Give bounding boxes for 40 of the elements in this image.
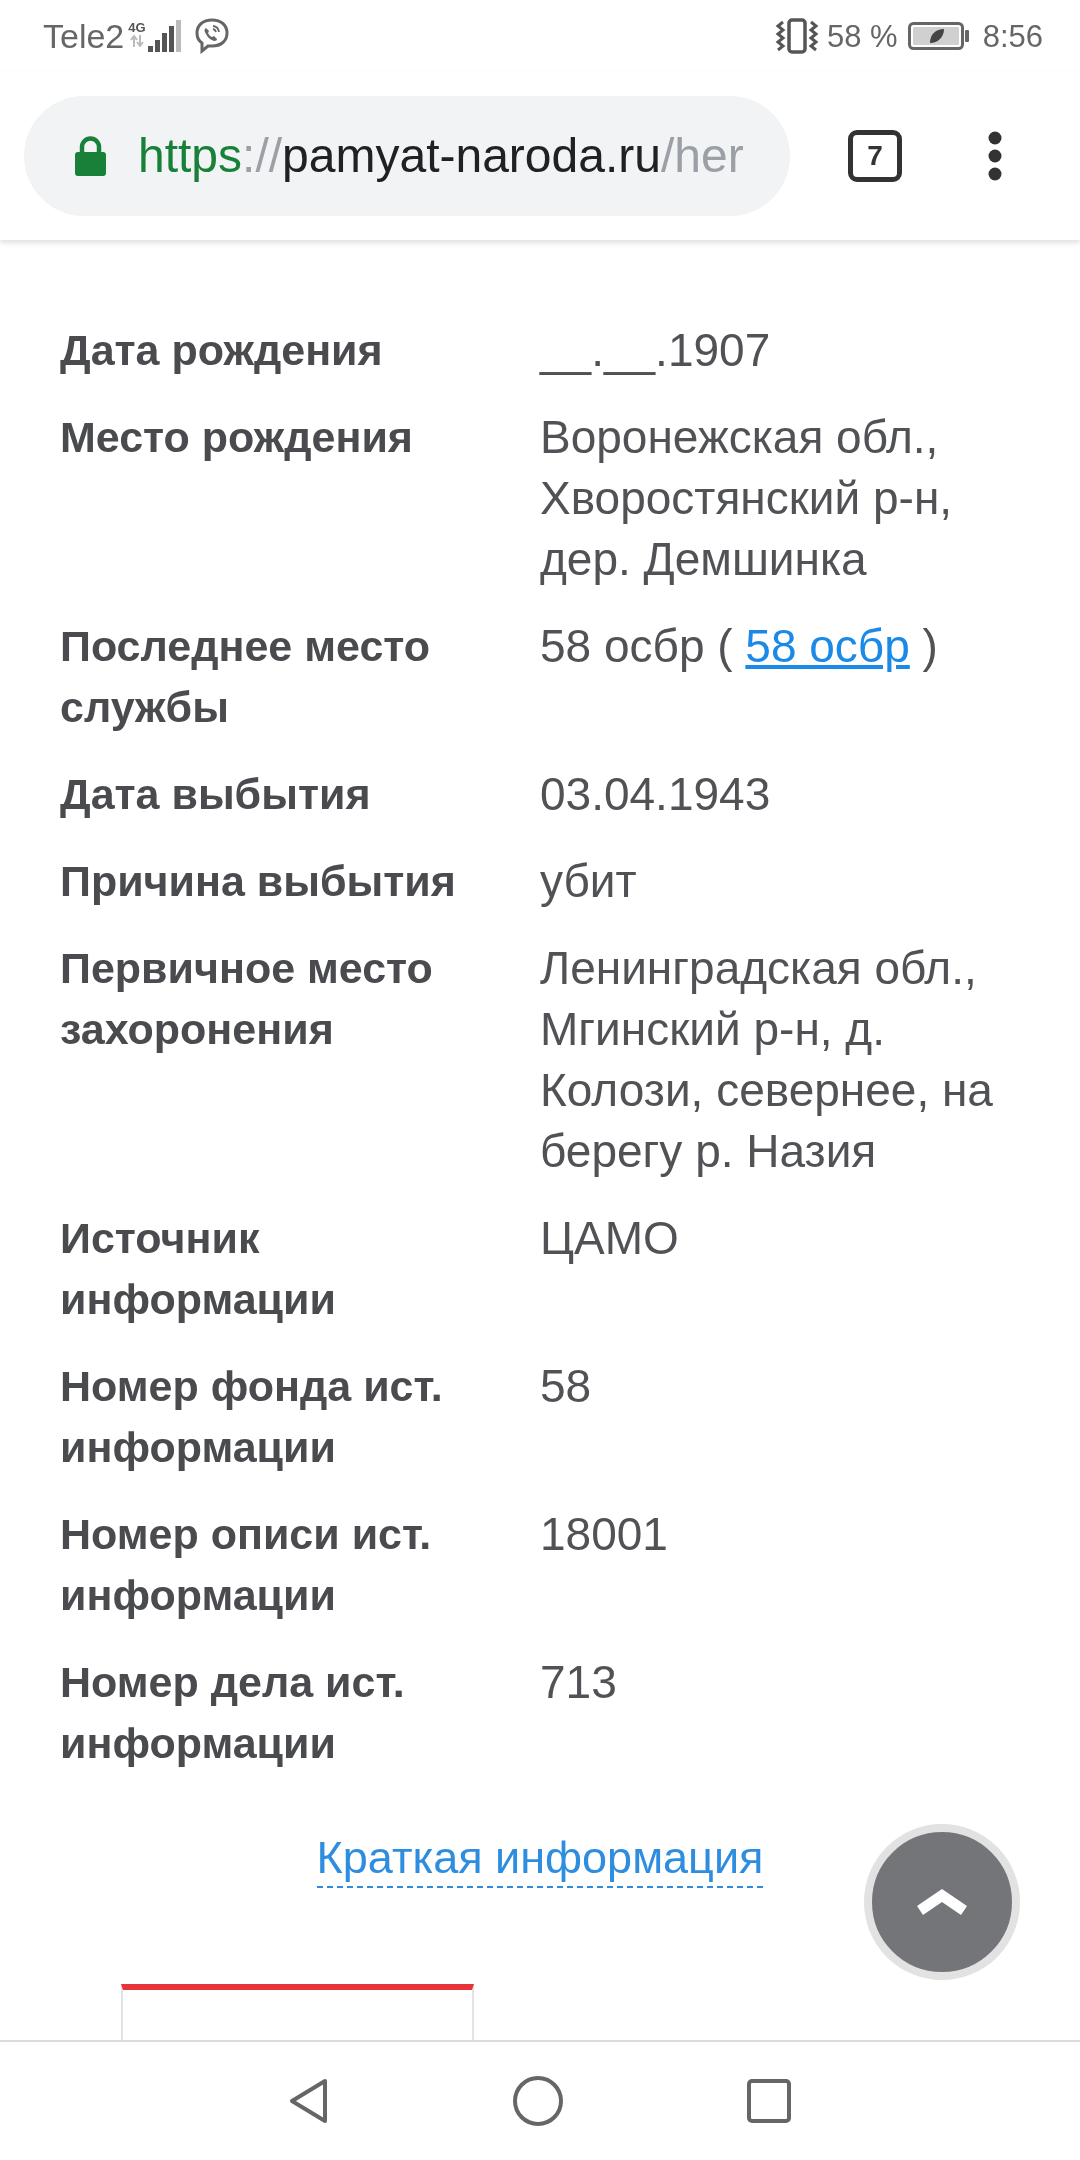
phone-bubble-icon: [193, 18, 230, 54]
detail-label: Дата рождения: [60, 325, 384, 376]
unit-link[interactable]: 58 осбр: [745, 620, 910, 672]
detail-label: Место рождения: [60, 412, 414, 463]
back-icon[interactable]: [288, 2078, 329, 2124]
recents-icon[interactable]: [747, 2079, 791, 2123]
detail-label: Последнее место службы: [60, 621, 432, 733]
vibrate-icon: [775, 18, 819, 54]
detail-value: 18001: [540, 1507, 669, 1562]
home-icon[interactable]: [513, 2076, 563, 2126]
detail-value: убит: [540, 854, 638, 909]
clock-time: 8:56: [982, 20, 1043, 52]
battery-icon: [907, 22, 970, 50]
detail-value: __.__.1907: [540, 323, 772, 378]
tab-count-button[interactable]: 7: [848, 130, 902, 182]
address-bar[interactable]: https://pamyat-naroda.ru/her: [24, 96, 790, 216]
detail-value: Воронежская обл., Хворостянский р-н, дер. Демшинка: [540, 410, 954, 587]
detail-value: 03.04.1943: [540, 767, 772, 822]
data-arrows-icon: [129, 35, 144, 47]
detail-label: Дата выбытия: [60, 769, 372, 820]
detail-value: ЦАМО: [540, 1211, 680, 1266]
lock-icon: [74, 135, 107, 177]
detail-label: Номер дела ист. информации: [60, 1657, 406, 1769]
detail-value: 58: [540, 1359, 593, 1414]
chevron-up-icon: [917, 1889, 967, 1915]
battery-percent: 58 %: [827, 20, 898, 52]
signal-icon: [147, 20, 182, 52]
menu-icon[interactable]: [988, 131, 1002, 181]
detail-label: Причина выбытия: [60, 856, 457, 907]
detail-label: Первичное место захоронения: [60, 943, 434, 1055]
detail-label: Номер фонда ист. информации: [60, 1361, 444, 1473]
detail-value: 58 осбр ( 58 осбр ): [540, 619, 939, 674]
carrier-name: Tele2: [43, 19, 125, 53]
url-text: https://pamyat-naroda.ru/her: [138, 132, 744, 180]
summary-link[interactable]: Краткая информация: [316, 1830, 764, 1888]
detail-label: Номер описи ист. информации: [60, 1509, 433, 1621]
detail-value: Ленинградская обл., Мгинский р-н, д. Колози, севернее, на берегу р. Назия: [540, 941, 994, 1179]
network-type: 4G: [128, 21, 146, 34]
detail-value: 713: [540, 1655, 618, 1710]
detail-label: Источник информации: [60, 1213, 337, 1325]
